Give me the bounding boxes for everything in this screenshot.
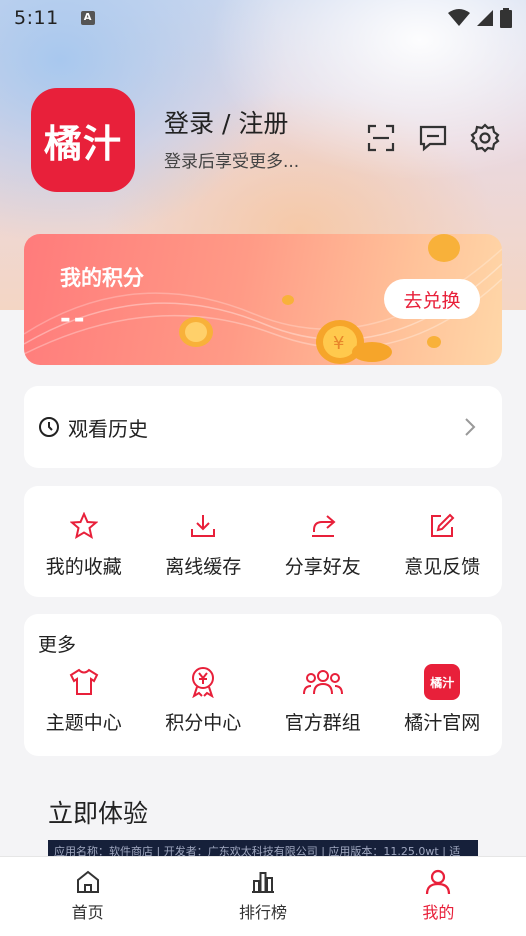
star-icon [69, 508, 98, 544]
tshirt-icon [68, 664, 100, 700]
download-icon [189, 508, 217, 544]
try-now-title: 立即体验 [48, 799, 149, 828]
login-register-link[interactable]: 登录 / 注册 [164, 104, 288, 140]
status-bar: 5:11 A [0, 0, 526, 36]
offline-cache-label: 离线缓存 [165, 556, 242, 578]
feedback-label: 意见反馈 [404, 556, 481, 578]
points-center-label: 积分中心 [165, 712, 242, 734]
clock-icon [39, 417, 59, 437]
nav-mine[interactable]: 我的 [351, 857, 526, 936]
more-card: 更多 主题中心 积分中心 官方群组 橘汁 橘汁官网 [24, 614, 502, 756]
watch-history-label: 观看历史 [68, 416, 148, 441]
battery-icon [500, 8, 512, 28]
official-site-button[interactable]: 橘汁 橘汁官网 [387, 664, 497, 735]
message-icon[interactable] [418, 122, 448, 154]
watch-history-row[interactable]: 观看历史 [24, 386, 502, 468]
share-friends-button[interactable]: 分享好友 [268, 508, 378, 579]
settings-icon[interactable] [470, 122, 500, 154]
scan-icon[interactable] [366, 122, 396, 154]
more-title: 更多 [38, 634, 77, 656]
quick-actions-card: 我的收藏 离线缓存 分享好友 意见反馈 [24, 486, 502, 597]
app-logo[interactable]: 橘汁 [31, 88, 135, 192]
bottom-nav: 首页 排行榜 我的 [0, 856, 526, 936]
favorites-button[interactable]: 我的收藏 [29, 508, 139, 579]
favorites-label: 我的收藏 [45, 556, 122, 578]
nav-ranking-label: 排行榜 [238, 903, 287, 922]
official-group-label: 官方群组 [284, 712, 361, 734]
yuan-badge-icon [188, 664, 218, 700]
edit-icon [428, 508, 456, 544]
status-time: 5:11 [14, 7, 59, 29]
login-subtitle: 登录后享受更多... [164, 152, 300, 172]
share-icon [309, 508, 337, 544]
nav-ranking[interactable]: 排行榜 [175, 857, 350, 936]
nav-home-label: 首页 [71, 903, 104, 922]
theme-center-label: 主题中心 [45, 712, 122, 734]
signal-icon [477, 10, 493, 26]
header-actions [366, 122, 500, 154]
nav-mine-label: 我的 [422, 903, 455, 922]
svg-text:¥: ¥ [333, 333, 344, 354]
points-value: -- [60, 304, 88, 334]
points-title: 我的积分 [60, 266, 144, 290]
chevron-right-icon [465, 418, 476, 436]
chart-icon [251, 872, 274, 893]
home-icon [76, 870, 99, 893]
user-icon [426, 869, 451, 895]
brand-logo-icon: 橘汁 [424, 664, 461, 700]
offline-cache-button[interactable]: 离线缓存 [148, 508, 258, 579]
official-site-label: 橘汁官网 [404, 712, 481, 734]
redeem-button[interactable]: 去兑换 [384, 279, 480, 319]
share-friends-label: 分享好友 [284, 556, 361, 578]
points-center-button[interactable]: 积分中心 [148, 664, 258, 735]
brand-logo-icon-wrap: 橘汁 [424, 664, 461, 700]
feedback-button[interactable]: 意见反馈 [387, 508, 497, 579]
wifi-icon [448, 9, 470, 26]
official-group-button[interactable]: 官方群组 [268, 664, 378, 735]
nav-home[interactable]: 首页 [0, 857, 175, 936]
group-icon [302, 664, 343, 700]
theme-center-button[interactable]: 主题中心 [29, 664, 139, 735]
points-card[interactable]: ¥ 我的积分 -- 去兑换 [24, 234, 502, 365]
notification-icon: A [80, 11, 95, 25]
